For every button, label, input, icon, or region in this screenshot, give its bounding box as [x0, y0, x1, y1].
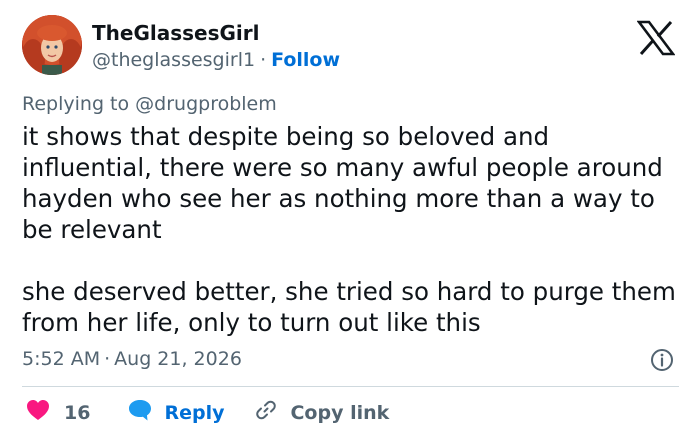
tweet-paragraph: it shows that despite being so beloved a…	[22, 122, 663, 244]
handle-separator: ·	[260, 49, 267, 71]
reply-label: Reply	[164, 402, 225, 424]
link-icon	[254, 398, 278, 429]
follow-button[interactable]: Follow	[271, 49, 340, 71]
like-button[interactable]: 16	[26, 399, 90, 428]
info-icon[interactable]	[650, 348, 674, 372]
divider	[22, 386, 679, 387]
tweet-paragraph: she deserved better, she tried so hard t…	[22, 277, 676, 337]
tweet-text: it shows that despite being so beloved a…	[22, 121, 682, 338]
x-logo-icon[interactable]	[636, 20, 676, 56]
copy-link-button[interactable]: Copy link	[254, 398, 389, 429]
reply-button[interactable]: Reply	[127, 398, 224, 429]
heart-icon	[26, 399, 50, 428]
timestamp-separator: ·	[104, 348, 111, 370]
tweet-time[interactable]: 5:52 AM	[22, 348, 100, 370]
author-handle[interactable]: @theglassesgirl1	[92, 49, 255, 71]
author-handle-row: @theglassesgirl1 · Follow	[92, 47, 340, 73]
replying-to: Replying to @drugproblem	[22, 91, 277, 117]
tweet-date[interactable]: Aug 21, 2026	[114, 348, 242, 370]
author-display-name[interactable]: TheGlassesGirl	[92, 20, 259, 46]
action-bar: 16 Reply Copy link	[26, 399, 389, 427]
reply-mention[interactable]: @drugproblem	[135, 93, 277, 115]
avatar[interactable]	[22, 15, 82, 75]
like-count: 16	[64, 402, 91, 424]
speech-bubble-icon	[127, 398, 153, 429]
copy-link-label: Copy link	[290, 402, 390, 424]
replying-prefix: Replying to	[22, 93, 136, 115]
tweet-timestamp[interactable]: 5:52 AM · Aug 21, 2026	[22, 346, 242, 372]
